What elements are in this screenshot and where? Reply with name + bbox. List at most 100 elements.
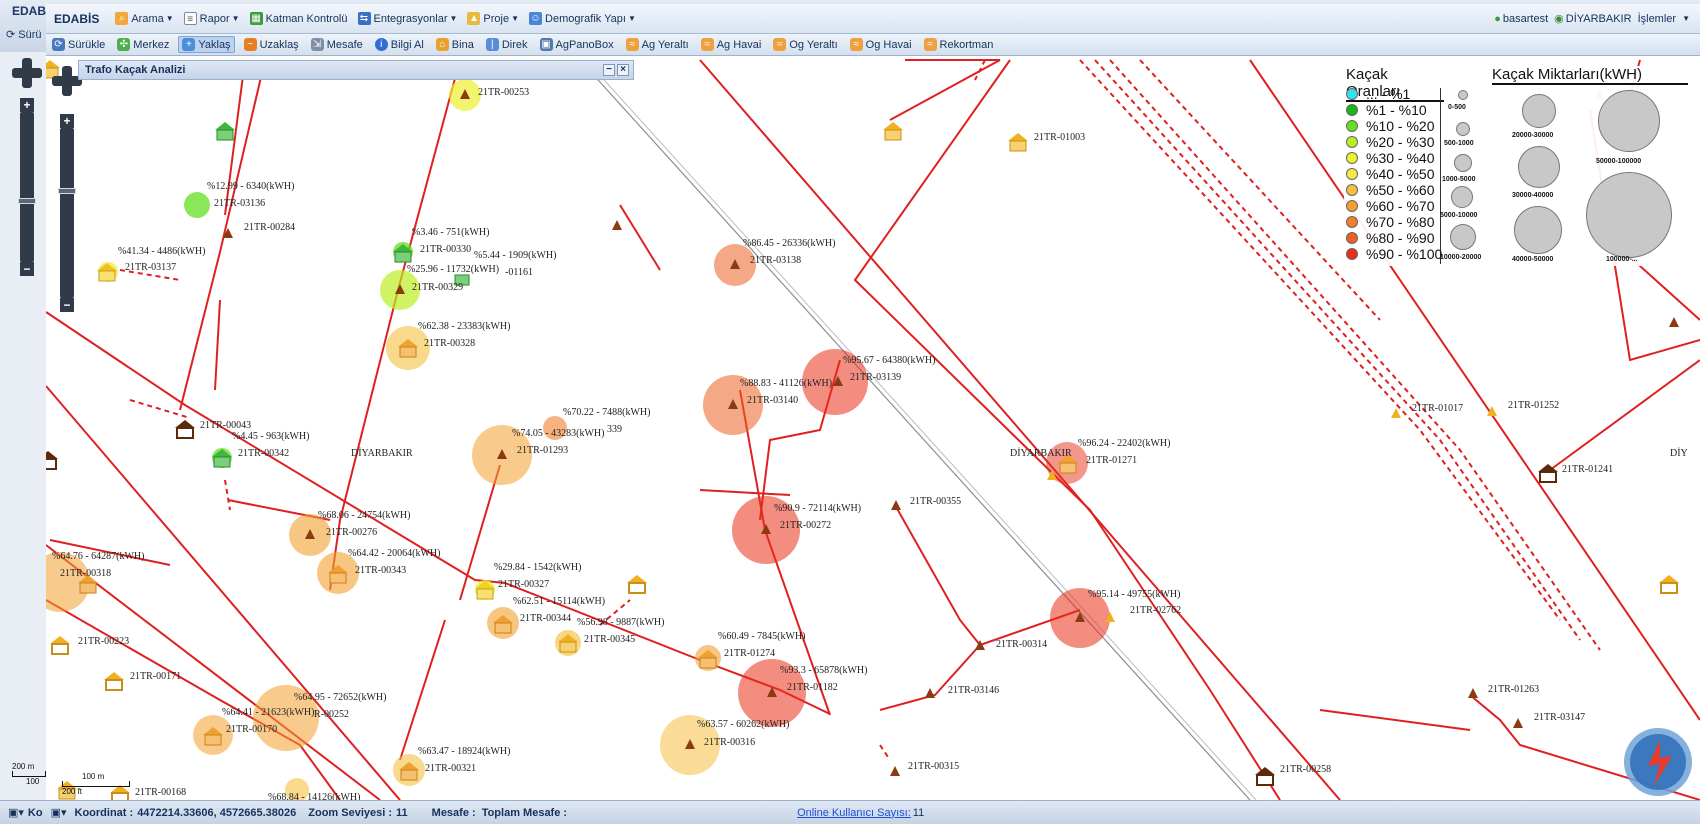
- tool-label-drag: Sürükle: [68, 38, 106, 51]
- tool-lv-underground[interactable]: ≈ Ag Yeraltı: [623, 37, 692, 52]
- drag-icon: ⟳: [52, 38, 65, 51]
- menu-project[interactable]: ▲ Proje ▼: [467, 12, 519, 25]
- lv-underground-icon: ≈: [625, 38, 639, 51]
- menu-search[interactable]: ⌕ Arama ▼: [115, 12, 174, 25]
- map-label: 21TR-00253: [478, 87, 529, 98]
- outer-zoom-handle[interactable]: [18, 198, 36, 204]
- outer-zoom-in-button[interactable]: +: [20, 98, 34, 112]
- tool-panel-box[interactable]: ▣ AgPanoBox: [537, 37, 617, 52]
- map-label: 21TR-03147: [1534, 712, 1585, 723]
- coordinate-label: Koordinat :: [74, 806, 134, 819]
- map-label: %86.45 - 26336(kWH): [743, 238, 835, 249]
- project-icon: ▲: [467, 12, 481, 25]
- map-label: 21TR-00321: [425, 763, 476, 774]
- tool-label-center: Merkez: [133, 38, 170, 51]
- minimize-icon[interactable]: −: [603, 64, 615, 76]
- legend-size-circle: [1522, 94, 1556, 128]
- report-icon: ≡: [183, 12, 197, 25]
- tool-center[interactable]: ✣ Merkez: [114, 37, 172, 52]
- tool-label-info: Bilgi Al: [390, 38, 424, 51]
- legend-size-circle: [1450, 224, 1476, 250]
- outer-zoom-out-button[interactable]: −: [20, 262, 34, 276]
- legend-dot: [1346, 136, 1358, 148]
- coordinate-menu[interactable]: ▣▾: [51, 806, 67, 819]
- user-area: ● basartest ◉ DİYARBAKIR İşlemler ▼: [1494, 12, 1690, 26]
- legend-size-label: 500-1000: [1444, 140, 1474, 147]
- menu-layers-label: Katman Kontrolü: [265, 12, 348, 25]
- road-line: [585, 59, 1257, 800]
- map-label: %88.83 - 41126(kWH): [740, 378, 832, 389]
- tool-measure[interactable]: ⇲ Mesafe: [308, 37, 366, 52]
- map-label: 21TR-00329: [412, 282, 463, 293]
- zoom-handle[interactable]: [58, 188, 76, 194]
- tool-mv-overhead[interactable]: ≈ Og Havai: [847, 37, 915, 52]
- region-label[interactable]: DİYARBAKIR: [1566, 13, 1632, 25]
- layers-icon: ▦: [249, 12, 263, 25]
- outer-status-label: Ko: [27, 806, 43, 819]
- tool-info[interactable]: i Bilgi Al: [372, 37, 427, 52]
- tool-label-zoom-in: Yaklaş: [198, 38, 231, 51]
- integration-icon: ⇆: [357, 12, 371, 25]
- menu-demographics[interactable]: ☺ Demografik Yapı ▼: [529, 12, 636, 25]
- tool-zoom-out[interactable]: − Uzaklaş: [241, 37, 302, 52]
- outer-drag-tool[interactable]: ⟳ Sürü: [6, 28, 42, 41]
- leak-analysis-panel[interactable]: Trafo Kaçak Analizi − ×: [78, 60, 634, 80]
- outer-tool-label: Sürü: [18, 29, 42, 41]
- map-label: %74.05 - 43283(kWH): [512, 428, 604, 439]
- map-label: 21TR-00223: [78, 636, 129, 647]
- coordinate-value: 4472214.33606, 4572665.38026: [137, 806, 297, 819]
- outer-pan-control[interactable]: [12, 58, 42, 88]
- mv-overhead-icon: ≈: [849, 38, 863, 51]
- user-icon: ●: [1494, 12, 1501, 25]
- tool-label-measure: Mesafe: [326, 38, 363, 51]
- map-label: %64.42 - 20064(kWH): [348, 548, 440, 559]
- tool-label-mv-underground: Og Yeraltı: [789, 38, 838, 51]
- tool-lv-overhead[interactable]: ≈ Ag Havai: [698, 37, 765, 52]
- map-label: %64.41 - 21623(kWH): [222, 707, 314, 718]
- tool-drag[interactable]: ⟳ Sürükle: [49, 37, 108, 52]
- legend-size-circle: [1454, 154, 1472, 172]
- online-users-count: 11: [912, 806, 925, 819]
- map-canvas[interactable]: 21TR-00253 21TR-01003 %12.99 - 6340(kWH)…: [46, 56, 1700, 800]
- actions-menu[interactable]: İşlemler: [1638, 13, 1677, 25]
- map-label: 21TR-00328: [424, 338, 475, 349]
- outer-status-icon[interactable]: ▣▾: [8, 806, 24, 819]
- map-label: 21TR-01252: [1508, 400, 1559, 411]
- menu-integrations-label: Entegrasyonlar: [373, 12, 448, 25]
- outer-scale-bar: 200 m 100: [12, 762, 46, 786]
- map-label: 21TR-00344: [520, 613, 571, 624]
- map-label: %62.51 - 15114(kWH): [513, 596, 605, 607]
- zoom-slider[interactable]: [60, 128, 74, 298]
- menu-integrations[interactable]: ⇆ Entegrasyonlar ▼: [357, 12, 457, 25]
- menu-project-label: Proje: [483, 12, 510, 25]
- legend-dot: [1346, 248, 1358, 260]
- tool-record[interactable]: ≈ Rekortman: [921, 37, 997, 52]
- map-label: %95.14 - 49755(kWH): [1088, 589, 1180, 600]
- map-label: %64.76 - 64287(kWH): [52, 551, 144, 562]
- username-link[interactable]: basartest: [1503, 13, 1548, 25]
- menu-report[interactable]: ≡ Rapor ▼: [183, 12, 240, 25]
- map-label: %68.84 - 14126(kWH): [268, 792, 360, 800]
- online-users-link[interactable]: Online Kullanıcı Sayısı:: [797, 807, 911, 819]
- zoom-in-button[interactable]: +: [60, 114, 74, 128]
- legend-size-label: 1000-5000: [1442, 176, 1476, 183]
- legend-size-label: 40000-50000: [1512, 256, 1554, 263]
- legend-rate-row: %90 - %100: [1346, 246, 1442, 262]
- zoom-out-button[interactable]: −: [60, 298, 74, 312]
- panel-title: Trafo Kaçak Analizi: [85, 64, 186, 76]
- scale-bar: 100 m 200 ft: [62, 772, 130, 796]
- close-icon[interactable]: ×: [617, 64, 629, 76]
- tool-zoom-in[interactable]: + Yaklaş: [178, 36, 235, 53]
- map-label: 21TR-03139: [850, 372, 901, 383]
- menu-layers[interactable]: ▦ Katman Kontrolü: [249, 12, 348, 25]
- map-label: 21TR-03146: [948, 685, 999, 696]
- map-label: 21TR-00318: [60, 568, 111, 579]
- map-label: 21TR-00043: [200, 420, 251, 431]
- outer-zoom-slider[interactable]: [20, 112, 34, 262]
- map-label: 21TR-01241: [1562, 464, 1613, 475]
- map-label: R-00252: [314, 709, 349, 720]
- tool-building[interactable]: ⌂ Bina: [433, 37, 477, 52]
- tool-pole[interactable]: | Direk: [483, 37, 531, 52]
- mv-underground-icon: ≈: [773, 38, 787, 51]
- tool-mv-underground[interactable]: ≈ Og Yeraltı: [770, 37, 840, 52]
